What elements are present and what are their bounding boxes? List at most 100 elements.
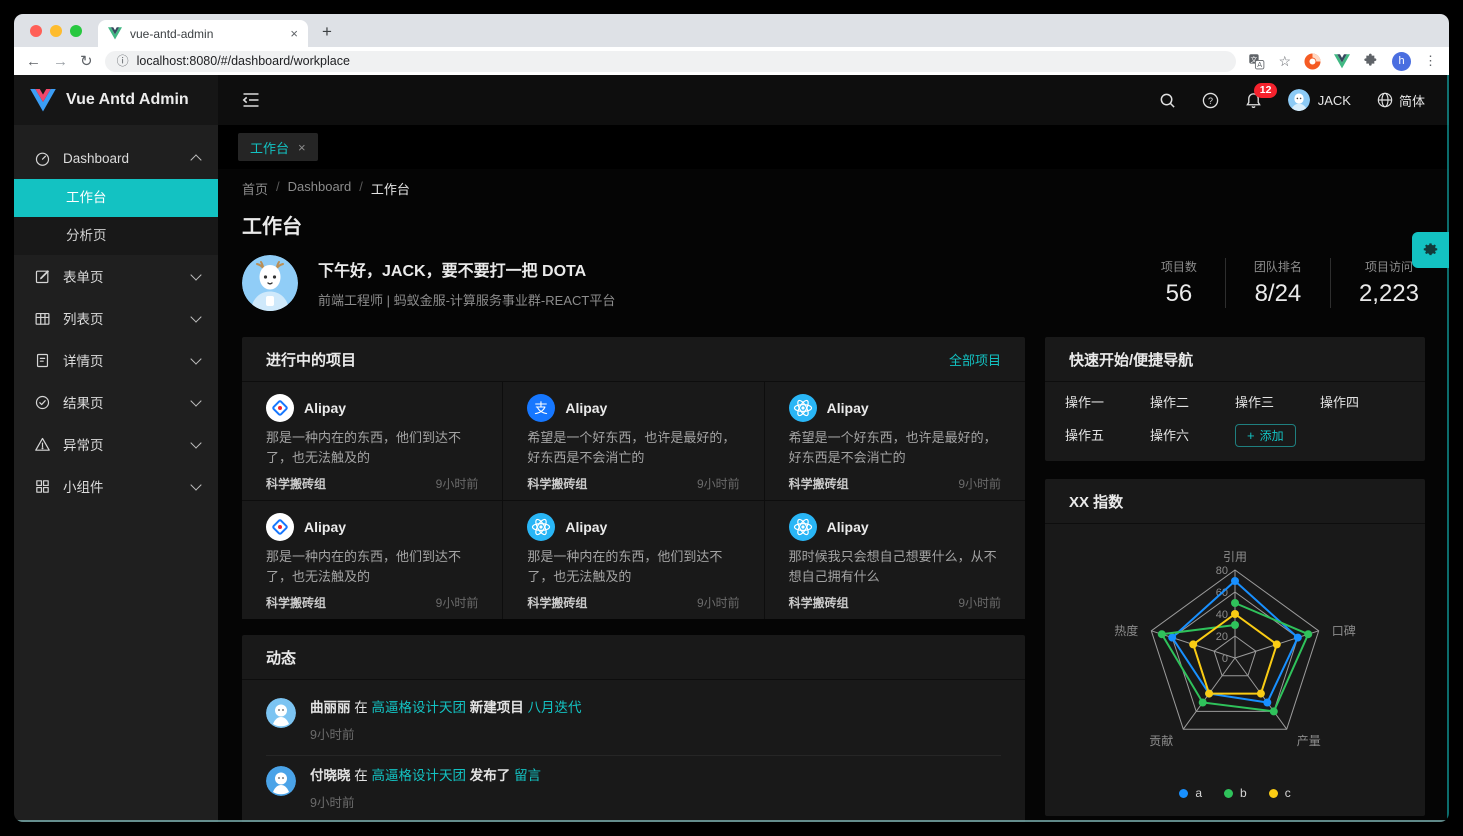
project-card[interactable]: Alipay那是一种内在的东西，他们到达不了，也无法触及的科学搬砖组9小时前	[503, 501, 763, 619]
react-logo-icon	[789, 394, 817, 422]
sidebar-item-小组件[interactable]: 小组件	[14, 465, 218, 507]
stat-project-visits: 项目访问 2,223	[1330, 258, 1425, 308]
sidebar-item-详情页[interactable]: 详情页	[14, 339, 218, 381]
extension-orange-icon[interactable]	[1304, 53, 1321, 70]
activity-title: 动态	[266, 647, 296, 668]
project-group-link[interactable]: 科学搬砖组	[266, 594, 326, 611]
address-bar[interactable]: ⓘ localhost:8080/#/dashboard/workplace	[105, 51, 1237, 72]
legend-item-c[interactable]: c	[1269, 786, 1291, 800]
sidebar-item-表单页[interactable]: 表单页	[14, 255, 218, 297]
breadcrumb-dashboard[interactable]: Dashboard	[288, 179, 352, 198]
page-tab-workplace[interactable]: 工作台 ×	[238, 133, 318, 161]
legend-label: c	[1285, 786, 1291, 800]
project-group-link[interactable]: 科学搬砖组	[789, 475, 849, 492]
browser-tab-close-icon[interactable]: ×	[290, 27, 298, 40]
translate-icon[interactable]: 文A	[1248, 53, 1265, 70]
sidebar-subitem-工作台[interactable]: 工作台	[14, 179, 218, 217]
activity-target-link[interactable]: 留言	[514, 768, 541, 783]
page-tab-close-icon[interactable]: ×	[298, 141, 306, 154]
sidebar-item-label: 结果页	[63, 392, 180, 412]
sidebar-item-结果页[interactable]: 结果页	[14, 381, 218, 423]
back-icon[interactable]: ←	[26, 54, 41, 69]
quicknav-link-操作四[interactable]: 操作四	[1320, 392, 1405, 414]
site-info-icon[interactable]: ⓘ	[117, 55, 129, 67]
quicknav-link-操作二[interactable]: 操作二	[1150, 392, 1235, 414]
project-card[interactable]: 支Alipay希望是一个好东西，也许是最好的，好东西是不会消亡的科学搬砖组9小时…	[503, 382, 763, 500]
project-card[interactable]: Alipay那时候我只会想自己想要什么，从不想自己拥有什么科学搬砖组9小时前	[765, 501, 1025, 619]
activity-list: 曲丽丽 在 高逼格设计天团 新建项目 八月迭代9小时前付晓晓 在 高逼格设计天团…	[242, 680, 1025, 822]
quicknav-link-操作五[interactable]: 操作五	[1065, 425, 1150, 447]
project-name[interactable]: Alipay	[827, 400, 869, 416]
sidebar-menu: Dashboard工作台分析页表单页列表页详情页结果页异常页小组件	[14, 125, 218, 507]
activity-user[interactable]: 付晓晓	[310, 768, 351, 783]
project-name[interactable]: Alipay	[565, 519, 607, 535]
project-group-link[interactable]: 科学搬砖组	[266, 475, 326, 492]
maximize-window-button[interactable]	[70, 25, 82, 37]
forward-icon[interactable]: →	[53, 54, 68, 69]
language-switcher[interactable]: 简体	[1377, 91, 1425, 110]
sidebar-item-异常页[interactable]: 异常页	[14, 423, 218, 465]
new-tab-button[interactable]: +	[314, 19, 340, 45]
minimize-window-button[interactable]	[50, 25, 62, 37]
notifications-bell-icon[interactable]: 12	[1245, 92, 1262, 109]
activity-group-link[interactable]: 高逼格设计天团	[372, 768, 467, 783]
project-name[interactable]: Alipay	[304, 400, 346, 416]
project-name[interactable]: Alipay	[304, 519, 346, 535]
topbar-actions: ? 12 JACK	[1159, 89, 1425, 111]
user-menu[interactable]: JACK	[1288, 89, 1351, 111]
all-projects-link[interactable]: 全部项目	[949, 350, 1001, 369]
project-name[interactable]: Alipay	[565, 400, 607, 416]
project-group-link[interactable]: 科学搬砖组	[527, 475, 587, 492]
legend-item-b[interactable]: b	[1224, 786, 1247, 800]
search-icon[interactable]	[1159, 92, 1176, 109]
project-updated-time: 9小时前	[436, 594, 479, 611]
quicknav-link-操作一[interactable]: 操作一	[1065, 392, 1150, 414]
close-window-button[interactable]	[30, 25, 42, 37]
sidebar-item-列表页[interactable]: 列表页	[14, 297, 218, 339]
browser-tabstrip: vue-antd-admin × +	[14, 14, 1449, 47]
legend-dot	[1224, 789, 1233, 798]
extensions-puzzle-icon[interactable]	[1363, 53, 1379, 69]
drawer-edge-line	[1447, 75, 1449, 822]
reload-icon[interactable]: ↻	[80, 54, 93, 69]
radar-card: XX 指数 020406080引用口碑产量贡献热度 abc	[1045, 479, 1425, 816]
project-card[interactable]: Alipay那是一种内在的东西，他们到达不了，也无法触及的科学搬砖组9小时前	[242, 382, 502, 500]
user-avatar	[1288, 89, 1310, 111]
language-label: 简体	[1399, 91, 1425, 110]
sidebar-collapse-icon[interactable]	[242, 92, 260, 108]
project-card[interactable]: Alipay那是一种内在的东西，他们到达不了，也无法触及的科学搬砖组9小时前	[242, 501, 502, 619]
project-name[interactable]: Alipay	[827, 519, 869, 535]
browser-menu-icon[interactable]: ⋮	[1424, 53, 1437, 69]
quicknav-grid: 操作一操作二操作三操作四操作五操作六+添加	[1045, 382, 1425, 461]
extension-vue-icon[interactable]	[1334, 54, 1350, 69]
add-button-label: 添加	[1260, 427, 1284, 444]
activity-target-link[interactable]: 八月迭代	[528, 700, 582, 715]
chevron-up-icon	[190, 154, 201, 165]
quicknav-link-操作三[interactable]: 操作三	[1235, 392, 1320, 414]
notification-badge: 12	[1254, 83, 1278, 99]
settings-drawer-button[interactable]	[1412, 232, 1449, 268]
radar-chart: 020406080引用口碑产量贡献热度	[1045, 530, 1425, 782]
sidebar-item-Dashboard[interactable]: Dashboard	[14, 137, 218, 179]
browser-profile-avatar[interactable]: h	[1392, 52, 1411, 71]
quicknav-link-操作六[interactable]: 操作六	[1150, 425, 1235, 447]
project-card[interactable]: Alipay希望是一个好东西，也许是最好的，好东西是不会消亡的科学搬砖组9小时前	[765, 382, 1025, 500]
help-icon[interactable]: ?	[1202, 92, 1219, 109]
activity-user[interactable]: 曲丽丽	[310, 700, 351, 715]
activity-avatar	[266, 766, 296, 796]
activity-group-link[interactable]: 高逼格设计天团	[372, 700, 467, 715]
svg-text:80: 80	[1216, 565, 1228, 577]
browser-tab[interactable]: vue-antd-admin ×	[98, 20, 308, 47]
project-group-link[interactable]: 科学搬砖组	[527, 594, 587, 611]
quicknav-add-button[interactable]: +添加	[1235, 424, 1296, 447]
sidebar-subitem-分析页[interactable]: 分析页	[14, 217, 218, 255]
legend-item-a[interactable]: a	[1179, 786, 1202, 800]
bookmark-star-icon[interactable]: ☆	[1278, 53, 1291, 70]
window-controls	[14, 14, 98, 47]
gear-icon	[1421, 241, 1440, 260]
project-group-link[interactable]: 科学搬砖组	[789, 594, 849, 611]
brand[interactable]: Vue Antd Admin	[14, 75, 218, 125]
svg-text:?: ?	[1208, 95, 1213, 105]
sidebar-submenu: 工作台分析页	[14, 179, 218, 255]
breadcrumb-home[interactable]: 首页	[242, 179, 268, 198]
